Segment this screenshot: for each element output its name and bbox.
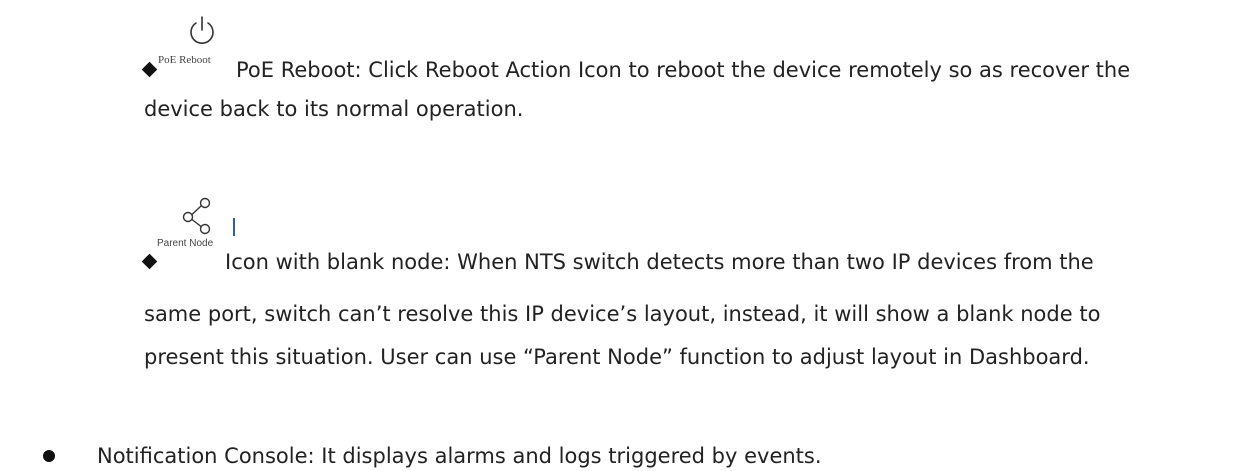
text-cursor xyxy=(233,218,235,236)
notification-console-line: Notification Console: It displays alarms… xyxy=(97,444,822,468)
bullet-diamond-icon xyxy=(141,61,158,78)
power-icon xyxy=(185,14,219,48)
share-node-icon xyxy=(178,196,218,236)
parent-node-icon-caption: Parent Node xyxy=(157,238,214,249)
bullet-dot-icon xyxy=(43,450,55,462)
poe-reboot-icon-caption: PoE Reboot xyxy=(158,54,211,66)
poe-reboot-line-2: device back to its normal operation. xyxy=(144,97,524,121)
parent-node-line-1: Icon with blank node: When NTS switch de… xyxy=(225,250,1094,274)
bullet-diamond-icon xyxy=(141,253,158,270)
poe-reboot-line-1: PoE Reboot: Click Reboot Action Icon to … xyxy=(236,58,1131,82)
parent-node-line-2: same port, switch can’t resolve this IP … xyxy=(144,302,1101,326)
parent-node-line-3: present this situation. User can use “Pa… xyxy=(144,345,1090,369)
